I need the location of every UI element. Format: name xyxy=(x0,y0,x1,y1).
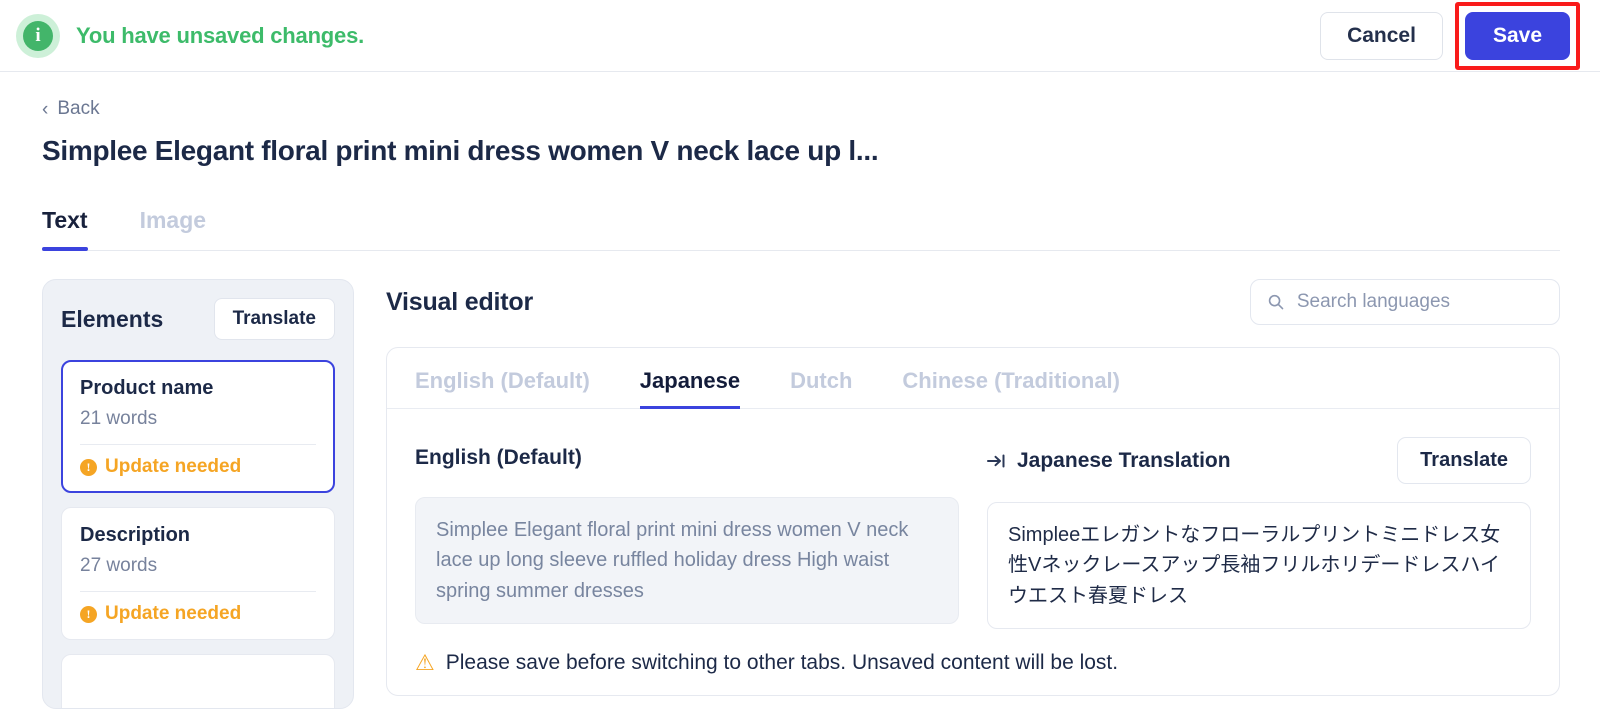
visual-editor-title: Visual editor xyxy=(386,287,533,316)
source-language-label: English (Default) xyxy=(415,446,582,469)
translation-editor-card: English (Default) Japanese Dutch Chinese… xyxy=(386,347,1560,697)
unsaved-changes-bar: i You have unsaved changes. Cancel Save xyxy=(0,0,1600,72)
page-body: ‹ Back Simplee Elegant floral print mini… xyxy=(0,72,1600,709)
exclamation-circle-icon: ! xyxy=(80,458,97,476)
divider xyxy=(80,444,316,445)
back-link-label: Back xyxy=(57,98,100,119)
search-icon xyxy=(1268,294,1284,310)
visual-editor-header: Visual editor xyxy=(386,279,1560,325)
element-card-description[interactable]: Description 27 words ! Update needed xyxy=(61,507,335,640)
element-card-partial[interactable] xyxy=(61,654,335,708)
elements-panel: Elements Translate Product name 21 words… xyxy=(42,279,354,709)
status-badge: Update needed xyxy=(105,603,242,624)
lang-tab-japanese[interactable]: Japanese xyxy=(639,348,741,409)
topbar-actions: Cancel Save xyxy=(1320,1,1580,70)
target-pane-header: Japanese Translation Translate xyxy=(987,437,1531,484)
tab-text[interactable]: Text xyxy=(42,199,88,251)
target-pane: Japanese Translation Translate Simpleeエレ… xyxy=(987,437,1531,630)
search-input[interactable] xyxy=(1296,291,1543,313)
element-card-word-count: 21 words xyxy=(80,408,158,429)
chevron-left-icon: ‹ xyxy=(42,98,49,120)
save-button[interactable]: Save xyxy=(1464,11,1570,60)
target-language-label-group: Japanese Translation xyxy=(987,449,1231,473)
source-pane-header: English (Default) xyxy=(415,437,959,479)
element-card-title: Product name xyxy=(80,377,214,399)
sidebar-translate-button[interactable]: Translate xyxy=(213,298,335,340)
cancel-button[interactable]: Cancel xyxy=(1320,11,1443,60)
back-link[interactable]: ‹ Back xyxy=(42,98,100,120)
translate-button[interactable]: Translate xyxy=(1397,437,1531,484)
save-button-highlight: Save xyxy=(1454,1,1580,70)
element-card-title: Description xyxy=(80,524,191,546)
divider xyxy=(80,591,316,592)
target-language-label: Japanese Translation xyxy=(1017,448,1231,472)
source-pane: English (Default) Simplee Elegant floral… xyxy=(415,437,959,629)
lang-tab-chinese-traditional[interactable]: Chinese (Traditional) xyxy=(902,348,1120,408)
unsaved-changes-text: You have unsaved changes. xyxy=(76,22,365,48)
source-text: Simplee Elegant floral print mini dress … xyxy=(415,497,959,625)
elements-panel-header: Elements Translate xyxy=(61,298,335,340)
main-tab-bar: Text Image xyxy=(42,199,1560,251)
translation-panes: English (Default) Simplee Elegant floral… xyxy=(387,409,1559,630)
unsaved-warning-text: Please save before switching to other ta… xyxy=(445,651,1119,675)
exclamation-circle-icon: ! xyxy=(80,605,97,623)
visual-editor-column: Visual editor English (Default) Japanese… xyxy=(386,279,1560,709)
tab-image[interactable]: Image xyxy=(140,199,206,250)
arrow-right-to-bar-icon xyxy=(987,453,1007,469)
info-icon-halo: i xyxy=(16,13,60,58)
lang-tab-dutch[interactable]: Dutch xyxy=(790,348,852,408)
warning-triangle-icon: ⚠ xyxy=(415,650,435,676)
element-card-word-count: 27 words xyxy=(80,555,158,576)
element-card-product-name[interactable]: Product name 21 words ! Update needed xyxy=(61,360,335,493)
content-area: Elements Translate Product name 21 words… xyxy=(42,279,1560,709)
target-text-input[interactable]: Simpleeエレガントなフローラルプリントミニドレス女性Vネックレースアップ長… xyxy=(987,502,1531,630)
unsaved-warning-row: ⚠ Please save before switching to other … xyxy=(387,629,1559,695)
lang-tab-english-default[interactable]: English (Default) xyxy=(415,348,590,408)
element-card-status: ! Update needed xyxy=(80,456,316,478)
search-languages-box[interactable] xyxy=(1250,279,1560,325)
status-badge: Update needed xyxy=(105,456,242,477)
page-title: Simplee Elegant floral print mini dress … xyxy=(42,135,879,166)
language-tab-bar: English (Default) Japanese Dutch Chinese… xyxy=(387,348,1559,409)
elements-title: Elements xyxy=(61,305,164,332)
element-card-status: ! Update needed xyxy=(80,603,316,625)
info-circle-icon: i xyxy=(23,20,53,51)
unsaved-changes-message-group: i You have unsaved changes. xyxy=(16,13,365,58)
